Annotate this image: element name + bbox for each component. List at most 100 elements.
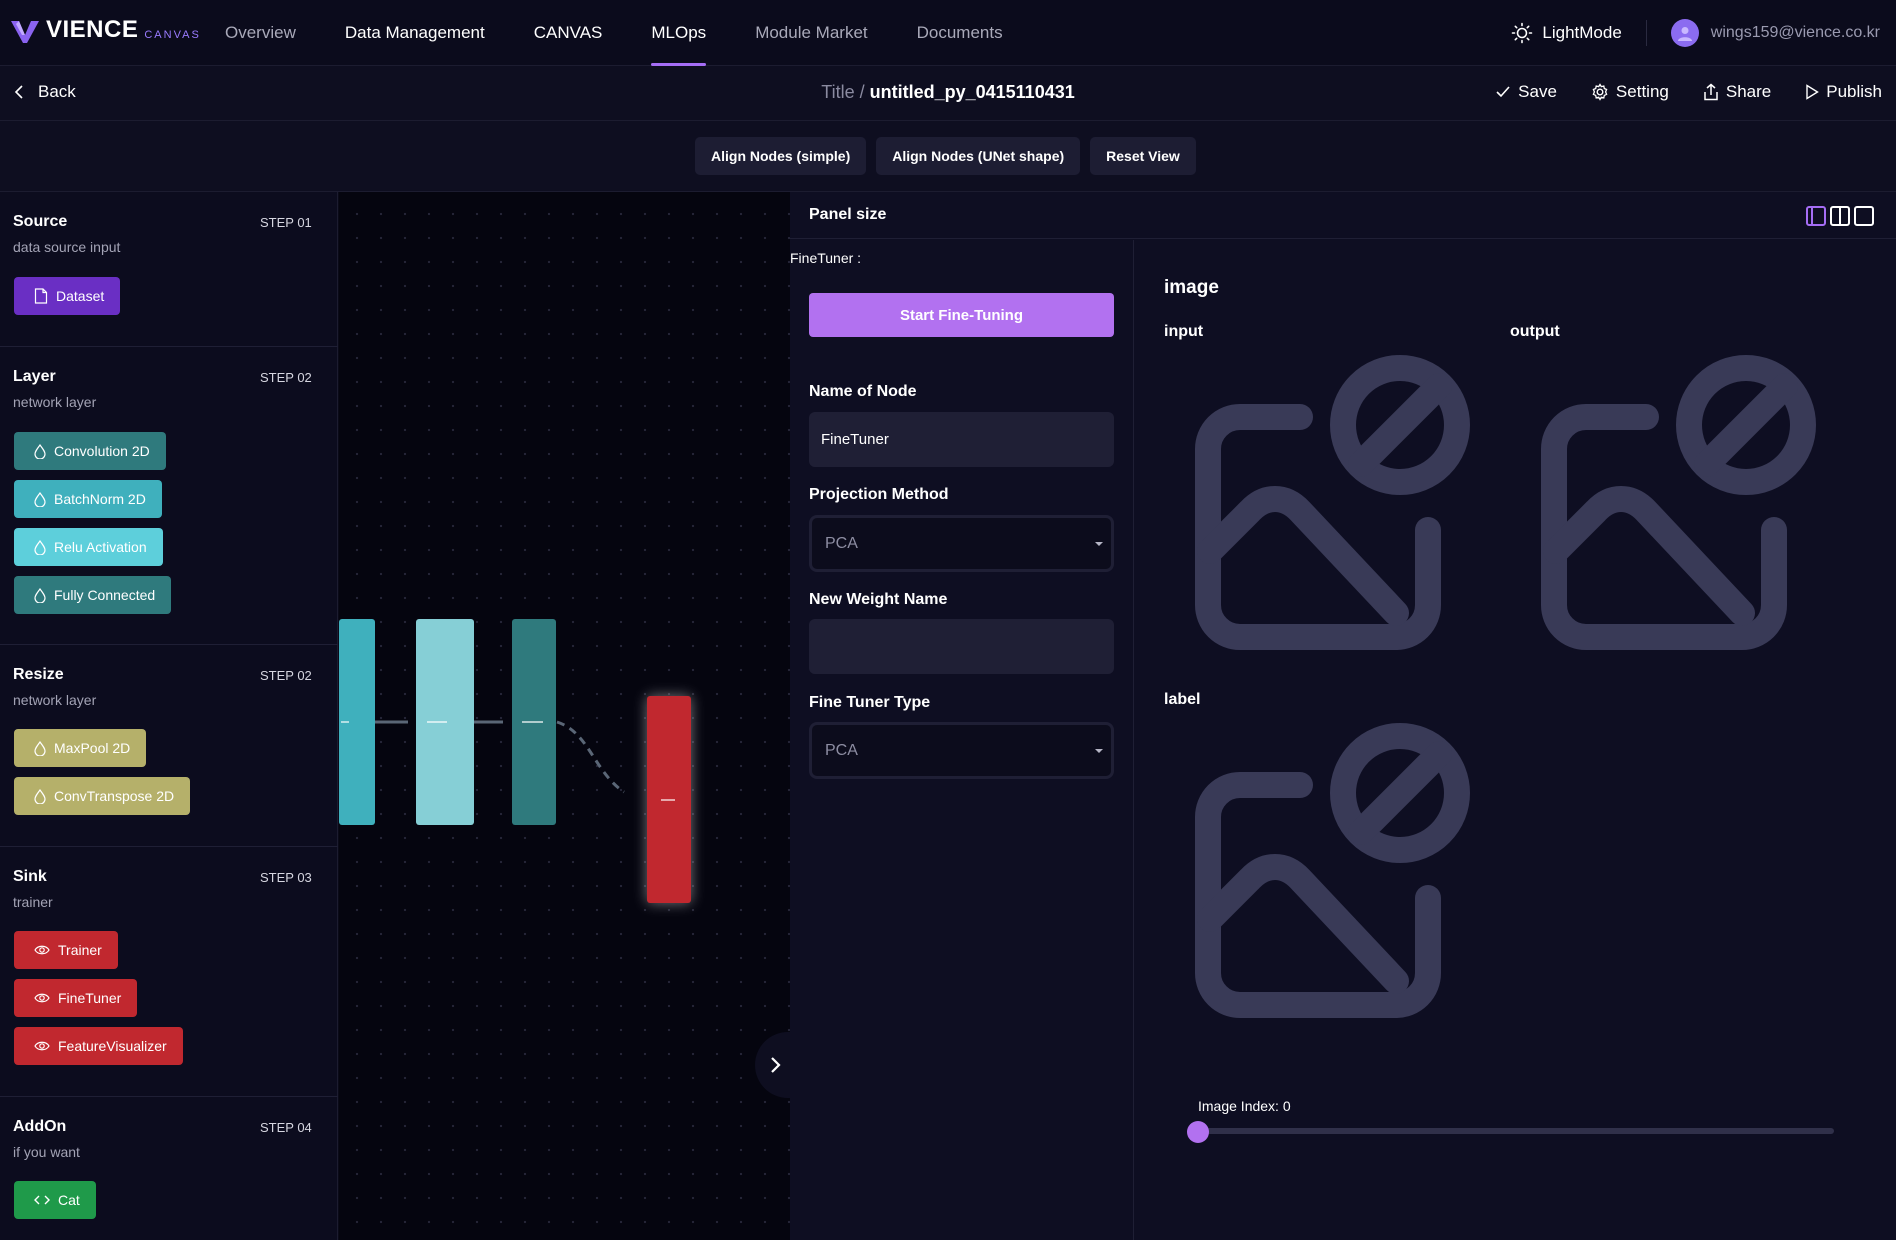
edge-layer (375, 720, 625, 794)
share-label: Share (1725, 82, 1772, 101)
module-convtranspose-2d[interactable]: ConvTranspose 2D (14, 777, 191, 815)
title-actions: Save Setting Share Publish (1495, 82, 1882, 102)
nav-tab-module-market[interactable]: Module Market (755, 0, 867, 66)
drop-icon (34, 491, 46, 507)
brand-name: VIENCE (46, 16, 139, 43)
module-label: BatchNorm 2D (54, 491, 146, 507)
section-resize: Resize STEP 02 network layer MaxPool 2D … (0, 645, 338, 847)
module-relu-activation[interactable]: Relu Activation (14, 528, 163, 566)
back-label: Back (38, 82, 76, 101)
module-label: Trainer (58, 942, 102, 958)
canvas-toolbar: Align Nodes (simple) Align Nodes (UNet s… (0, 121, 1896, 192)
section-title: Source (13, 213, 68, 230)
eye-icon (34, 993, 50, 1003)
module-label: MaxPool 2D (54, 740, 131, 756)
section-subtitle: network layer (13, 394, 97, 410)
output-heading: output (1510, 323, 1560, 340)
label-heading: label (1164, 691, 1201, 708)
back-button[interactable]: Back (14, 82, 76, 102)
projection-method-label: Projection Method (809, 486, 949, 503)
finetuner-form: FineTuner : Start Fine-Tuning Name of No… (790, 240, 1134, 1240)
nav-tab-overview[interactable]: Overview (225, 0, 296, 66)
new-weight-name-input[interactable] (809, 619, 1114, 674)
nav-tab-data-management[interactable]: Data Management (345, 0, 485, 66)
toolbar-buttons: Align Nodes (simple) Align Nodes (UNet s… (695, 137, 1196, 175)
nav-divider (1645, 20, 1647, 46)
title-name[interactable]: untitled_py_0415110431 (870, 82, 1075, 102)
node-fully-connected[interactable] (512, 619, 556, 825)
eye-icon (34, 945, 50, 955)
section-title: Layer (13, 368, 56, 385)
properties-panel: Panel size FineTuner : Start Fine-Tuning… (790, 192, 1896, 1240)
module-fully-connected[interactable]: Fully Connected (14, 576, 172, 614)
section-step: STEP 02 (260, 370, 312, 385)
fine-tuner-type-select[interactable]: PCA (809, 722, 1114, 779)
module-convolution-2d[interactable]: Convolution 2D (14, 432, 166, 470)
nav-tab-mlops[interactable]: MLOps (651, 0, 706, 66)
node-batchnorm[interactable] (339, 619, 375, 825)
drop-icon (34, 788, 46, 804)
section-addon: AddOn STEP 04 if you want Cat (0, 1097, 338, 1240)
caret-down-icon (1095, 749, 1103, 753)
node-canvas[interactable] (339, 192, 790, 1240)
logo[interactable]: VIENCE CANVAS (10, 16, 201, 44)
brand-sub: CANVAS (144, 29, 201, 41)
module-trainer[interactable]: Trainer (14, 931, 118, 969)
nav-tabs: Overview Data Management CANVAS MLOps Mo… (225, 0, 1052, 66)
start-fine-tuning-button[interactable]: Start Fine-Tuning (809, 293, 1114, 337)
chevron-left-icon (14, 85, 23, 99)
projection-method-select[interactable]: PCA (809, 515, 1114, 572)
module-featurevisualizer[interactable]: FeatureVisualizer (14, 1027, 183, 1065)
image-index-slider-thumb[interactable] (1187, 1121, 1209, 1143)
section-step: STEP 03 (260, 870, 312, 885)
module-label: Dataset (56, 288, 105, 304)
image-index-slider[interactable] (1198, 1128, 1834, 1134)
module-finetuner[interactable]: FineTuner (14, 979, 138, 1017)
share-icon (1704, 83, 1718, 101)
panel-size-medium-icon[interactable] (1830, 206, 1850, 226)
lightmode-label: LightMode (1542, 23, 1622, 42)
drop-icon (34, 443, 46, 459)
title-bar: Back Title / untitled_py_0415110431 Save… (0, 66, 1896, 121)
align-simple-button[interactable]: Align Nodes (simple) (695, 137, 867, 175)
avatar (1670, 19, 1699, 47)
module-cat[interactable]: Cat (14, 1181, 96, 1219)
projection-method-value: PCA (825, 534, 858, 552)
module-maxpool-2d[interactable]: MaxPool 2D (14, 729, 147, 767)
play-icon (1806, 84, 1820, 100)
publish-button[interactable]: Publish (1805, 82, 1882, 102)
nav-tab-canvas[interactable]: CANVAS (534, 0, 603, 66)
node-finetuner-selected[interactable] (647, 696, 691, 903)
panel-size-options (1806, 206, 1874, 226)
save-label: Save (1518, 82, 1557, 101)
reset-view-button[interactable]: Reset View (1090, 137, 1196, 175)
module-batchnorm-2d[interactable]: BatchNorm 2D (14, 480, 162, 518)
section-step: STEP 01 (260, 215, 312, 230)
section-subtitle: network layer (13, 692, 97, 708)
save-button[interactable]: Save (1495, 82, 1557, 102)
image-preview-area: image input output label (1135, 240, 1896, 1240)
fine-tuner-type-label: Fine Tuner Type (809, 694, 931, 711)
image-unavailable-icon (1195, 355, 1470, 650)
module-sidebar: Source STEP 01 data source input Dataset… (0, 192, 338, 1240)
file-icon (34, 288, 48, 304)
section-subtitle: if you want (13, 1144, 80, 1160)
lightmode-toggle[interactable]: LightMode (1511, 22, 1622, 44)
drop-icon (34, 740, 46, 756)
image-unavailable-icon (1195, 723, 1470, 1018)
node-relu[interactable] (416, 619, 474, 825)
title-prefix: Title / (821, 82, 865, 102)
align-unet-button[interactable]: Align Nodes (UNet shape) (876, 137, 1081, 175)
module-dataset[interactable]: Dataset (14, 277, 121, 315)
share-button[interactable]: Share (1703, 82, 1771, 102)
panel-title: Panel size (809, 206, 887, 223)
user-menu[interactable]: wings159@vience.co.kr (1670, 19, 1880, 47)
panel-size-small-icon[interactable] (1806, 206, 1826, 226)
module-label: FeatureVisualizer (58, 1038, 167, 1054)
panel-size-full-icon[interactable] (1854, 206, 1874, 226)
setting-button[interactable]: Setting (1591, 82, 1669, 102)
nav-tab-documents[interactable]: Documents (917, 0, 1003, 66)
image-unavailable-icon (1541, 355, 1816, 650)
node-name-input[interactable]: FineTuner (809, 412, 1114, 467)
fine-tuner-type-value: PCA (825, 741, 858, 759)
